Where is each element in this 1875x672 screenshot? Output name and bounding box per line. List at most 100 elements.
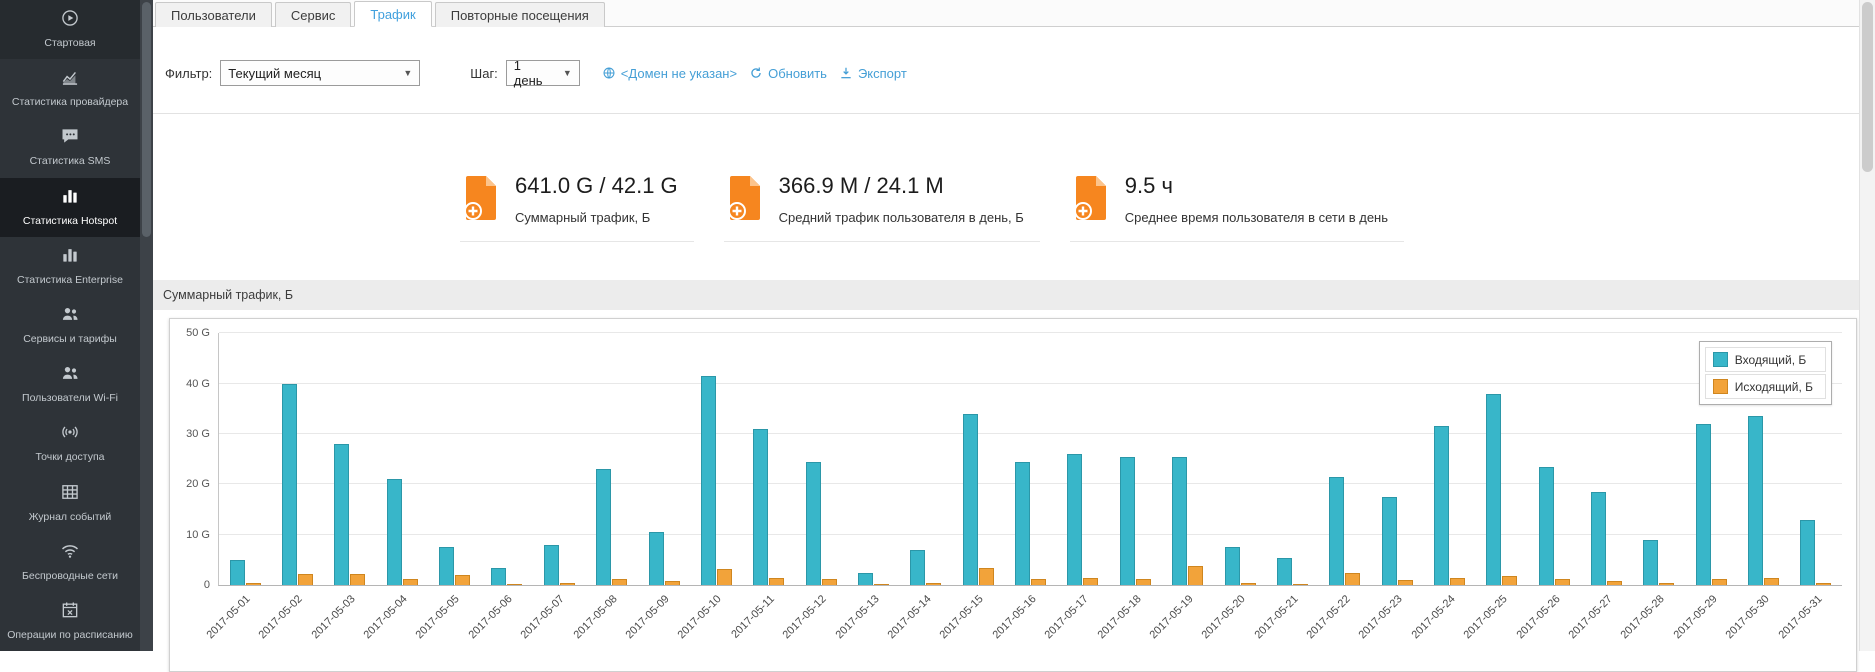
bar-outgoing[interactable] <box>1816 583 1831 585</box>
page-scrollbar[interactable] <box>1859 0 1875 651</box>
bar-incoming[interactable] <box>1696 424 1711 585</box>
bar-incoming[interactable] <box>806 462 821 586</box>
tab[interactable]: Повторные посещения <box>435 2 605 27</box>
sidebar-item[interactable]: Сервисы и тарифы <box>0 296 140 355</box>
bar-incoming[interactable] <box>439 547 454 585</box>
bar-incoming[interactable] <box>1382 497 1397 585</box>
bar-outgoing[interactable] <box>1031 579 1046 585</box>
bar-incoming[interactable] <box>1486 394 1501 586</box>
tab[interactable]: Пользователи <box>155 2 272 27</box>
sidebar-item[interactable]: Точки доступа <box>0 414 140 473</box>
sidebar-item[interactable]: Статистика Hotspot <box>0 178 140 237</box>
bar-incoming[interactable] <box>1277 558 1292 586</box>
filter-row: Фильтр: Текущий месяц ▼ Шаг: 1 день ▼ <Д… <box>153 27 1860 114</box>
bar-outgoing[interactable] <box>1345 573 1360 586</box>
bar-incoming[interactable] <box>491 568 506 586</box>
bar-incoming[interactable] <box>1643 540 1658 585</box>
sidebar-item-label: Пользователи Wi-Fi <box>0 392 140 404</box>
sidebar-scrollbar[interactable] <box>140 0 153 651</box>
x-tick-label: 2017-05-01 <box>204 593 252 641</box>
bar-outgoing[interactable] <box>612 579 627 585</box>
chevron-down-icon: ▼ <box>563 68 572 78</box>
bar-incoming[interactable] <box>649 532 664 585</box>
domain-link[interactable]: <Домен не указан> <box>602 66 737 81</box>
bar-incoming[interactable] <box>334 444 349 585</box>
bar-incoming[interactable] <box>596 469 611 585</box>
page-scrollbar-thumb[interactable] <box>1862 2 1873 172</box>
bar-incoming[interactable] <box>701 376 716 585</box>
refresh-link[interactable]: Обновить <box>749 66 827 81</box>
sidebar-item[interactable]: Пользователи Wi-Fi <box>0 355 140 414</box>
bar-incoming[interactable] <box>1748 416 1763 585</box>
bar-outgoing[interactable] <box>1398 580 1413 585</box>
sidebar-item[interactable]: Беспроводные сети <box>0 533 140 592</box>
bar-incoming[interactable] <box>753 429 768 585</box>
sidebar-item[interactable]: Стартовая <box>0 0 140 59</box>
bar-incoming[interactable] <box>858 573 873 586</box>
bar-outgoing[interactable] <box>1607 581 1622 585</box>
x-tick-label: 2017-05-09 <box>624 593 672 641</box>
x-tick-label: 2017-05-25 <box>1462 593 1510 641</box>
tab[interactable]: Сервис <box>275 2 352 27</box>
bar-outgoing[interactable] <box>665 581 680 585</box>
bar-outgoing[interactable] <box>1450 578 1465 586</box>
bar-outgoing[interactable] <box>979 568 994 586</box>
bar-group <box>1214 333 1266 585</box>
bar-outgoing[interactable] <box>1241 583 1256 586</box>
bar-incoming[interactable] <box>1120 457 1135 586</box>
sidebar-item[interactable]: Журнал событий <box>0 474 140 533</box>
bar-outgoing[interactable] <box>1555 579 1570 585</box>
bar-outgoing[interactable] <box>1188 566 1203 585</box>
bar-outgoing[interactable] <box>1136 579 1151 585</box>
x-tick-label: 2017-05-18 <box>1095 593 1143 641</box>
sidebar-item[interactable]: Операции по расписанию <box>0 592 140 651</box>
tab[interactable]: Трафик <box>354 1 431 27</box>
bar-incoming[interactable] <box>1539 467 1554 585</box>
bar-incoming[interactable] <box>1329 477 1344 585</box>
bar-incoming[interactable] <box>1172 457 1187 586</box>
bar-outgoing[interactable] <box>350 574 365 586</box>
export-link[interactable]: Экспорт <box>839 66 907 81</box>
bar-incoming[interactable] <box>230 560 245 585</box>
bar-outgoing[interactable] <box>717 569 732 585</box>
bar-incoming[interactable] <box>1225 547 1240 585</box>
bar-incoming[interactable] <box>910 550 925 585</box>
bar-outgoing[interactable] <box>1659 583 1674 586</box>
bar-outgoing[interactable] <box>298 574 313 585</box>
bar-incoming[interactable] <box>1015 462 1030 586</box>
bar-outgoing[interactable] <box>1764 578 1779 585</box>
sidebar-item[interactable]: Статистика провайдера <box>0 59 140 118</box>
sidebar-item[interactable]: Статистика SMS <box>0 118 140 177</box>
sidebar-item[interactable]: Статистика Enterprise <box>0 237 140 296</box>
x-tick-label: 2017-05-15 <box>938 593 986 641</box>
sidebar-scrollbar-thumb[interactable] <box>142 2 151 237</box>
bar-outgoing[interactable] <box>1502 576 1517 585</box>
bar-outgoing[interactable] <box>769 578 784 585</box>
bar-outgoing[interactable] <box>926 583 941 586</box>
bar-incoming[interactable] <box>1434 426 1449 585</box>
bar-outgoing[interactable] <box>403 579 418 585</box>
sidebar-item-label: Операции по расписанию <box>0 629 140 641</box>
bar-outgoing[interactable] <box>822 579 837 586</box>
bar-outgoing[interactable] <box>1293 584 1308 586</box>
bar-outgoing[interactable] <box>1083 578 1098 586</box>
bar-outgoing[interactable] <box>560 583 575 586</box>
bar-incoming[interactable] <box>1067 454 1082 585</box>
bar-outgoing[interactable] <box>246 583 261 586</box>
bar-outgoing[interactable] <box>874 584 889 586</box>
legend-swatch <box>1713 352 1728 367</box>
bar-incoming[interactable] <box>1800 520 1815 586</box>
bar-incoming[interactable] <box>1591 492 1606 585</box>
bar-outgoing[interactable] <box>1712 579 1727 585</box>
bar-incoming[interactable] <box>544 545 559 585</box>
bar-incoming[interactable] <box>387 479 402 585</box>
card-caption: Среднее время пользователя в сети в день <box>1125 210 1388 225</box>
users-icon <box>60 363 80 383</box>
bar-outgoing[interactable] <box>507 584 522 586</box>
period-select[interactable]: Текущий месяц ▼ <box>220 60 420 86</box>
bar-group <box>1004 333 1056 585</box>
bar-incoming[interactable] <box>282 384 297 586</box>
bar-incoming[interactable] <box>963 414 978 585</box>
bar-outgoing[interactable] <box>455 575 470 585</box>
step-select[interactable]: 1 день ▼ <box>506 60 580 86</box>
